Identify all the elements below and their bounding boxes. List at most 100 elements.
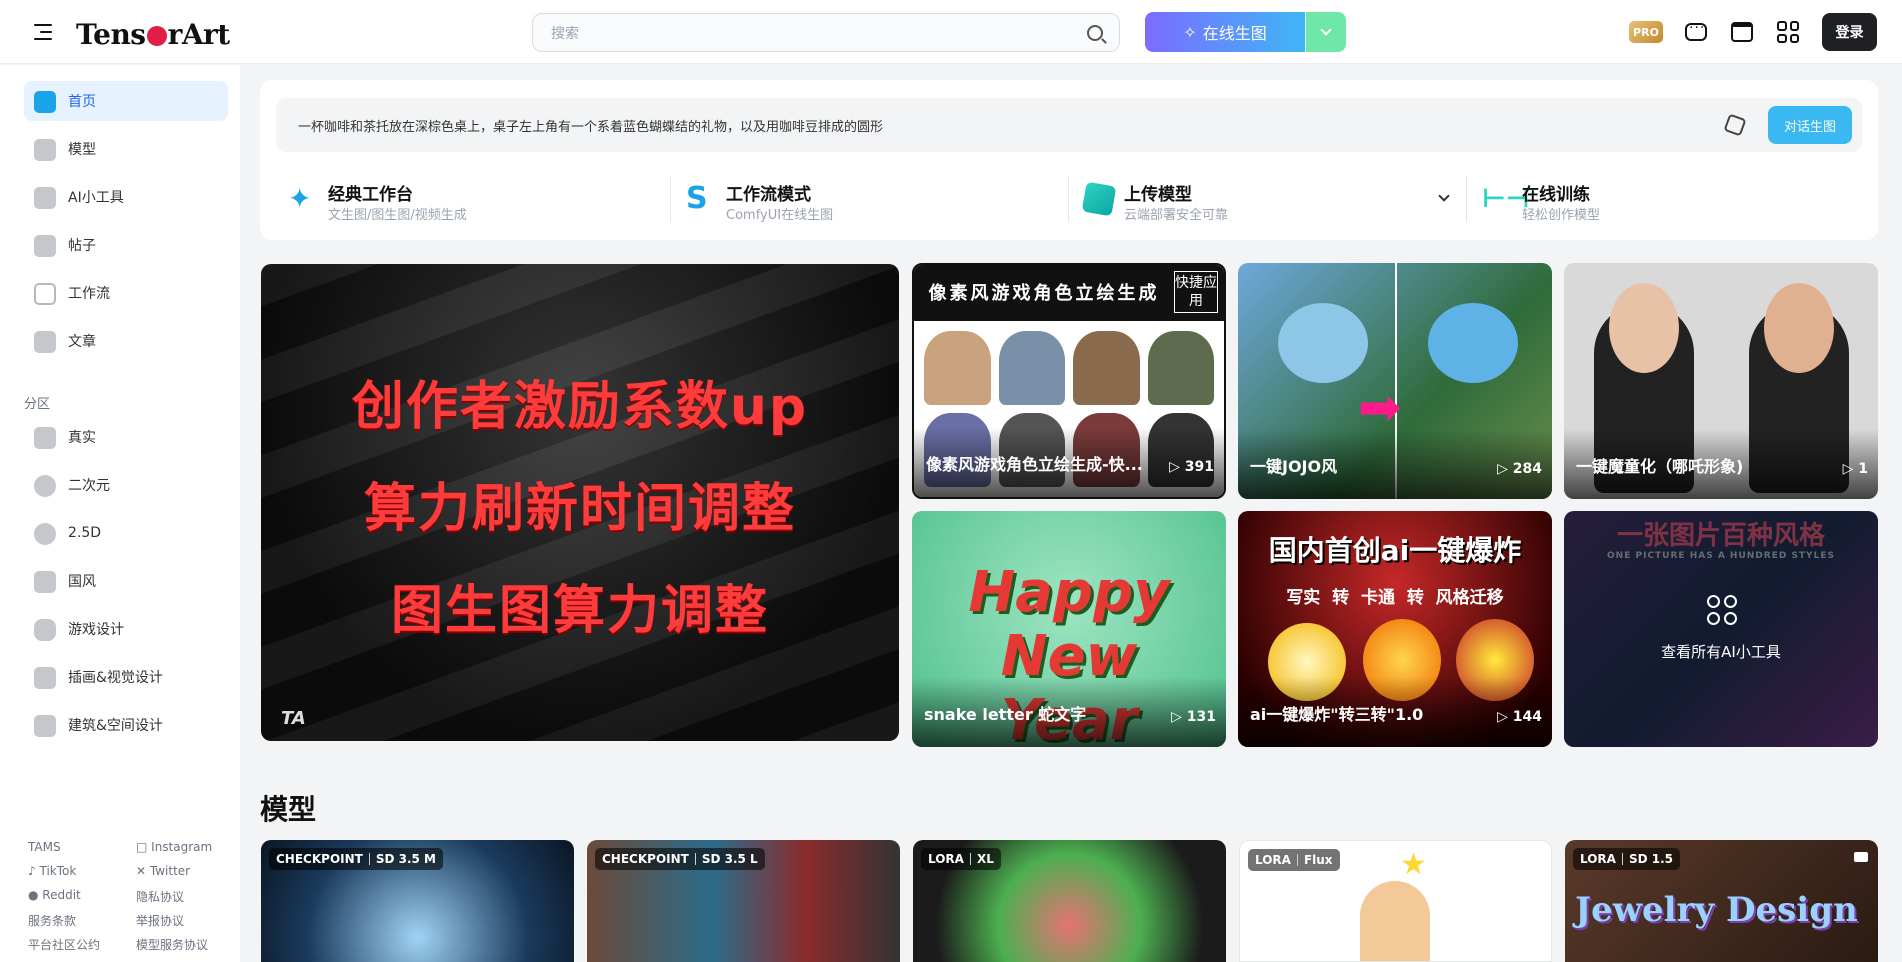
quick-start-card: 一杯咖啡和茶托放在深棕色桌上，桌子左上角有一个系着蓝色蝴蝶结的礼物，以及用咖啡豆…	[260, 80, 1878, 240]
model-tag: LORA SD 1.5	[1573, 848, 1680, 870]
tile-subtitle: 写实 转 卡通 转 风格迁移	[1286, 588, 1504, 608]
tile-title: 国内首创ai一键爆炸	[1268, 534, 1522, 567]
tool-online-training[interactable]: ⊢⊣ 在线训练 轻松创作模型	[1470, 176, 1868, 226]
model-card[interactable]: CHECKPOINT SD 3.5 M	[261, 840, 574, 962]
footer-reddit-link[interactable]: ● Reddit	[28, 888, 81, 902]
pro-badge[interactable]: PRO	[1629, 21, 1663, 43]
footer-twitter-link[interactable]: ✕ Twitter	[136, 864, 190, 878]
child-illustration	[1360, 881, 1430, 961]
calendar-icon[interactable]	[1727, 17, 1757, 47]
sidebar-item-workflow[interactable]: 工作流	[24, 273, 228, 313]
building-icon	[34, 715, 56, 737]
banner-line: 图生图算力调整	[390, 581, 769, 641]
tile-view-all-ai-tools[interactable]: 一张图片百种风格 ONE PICTURE HAS A HUNDRED STYLE…	[1564, 511, 1878, 747]
sidebar-item-home[interactable]: 首页	[24, 81, 228, 121]
model-card[interactable]: LORA Flux ★	[1239, 840, 1552, 962]
apps-grid-icon[interactable]	[1773, 17, 1803, 47]
tile-label: ai一键爆炸"转三转"1.0	[1250, 705, 1424, 724]
tile-snake-letter[interactable]: Happy New Year snake letter 蛇文字 ▷ 131	[912, 511, 1226, 747]
sidebar-item-2-5d[interactable]: 2.5D	[24, 513, 228, 553]
tile-nezha-style[interactable]: 一键魔童化（哪吒形象) ▷ 1	[1564, 263, 1878, 499]
tile-jojo-style[interactable]: ➡ 一键JOJO风 ▷ 284	[1238, 263, 1552, 499]
sidebar-item-articles[interactable]: 文章	[24, 321, 228, 361]
menu-collapse-icon[interactable]	[30, 20, 54, 44]
quick-app-badge: 快捷应用	[1174, 271, 1218, 313]
workflow-s-icon: S	[686, 181, 708, 216]
sidebar-item-realistic[interactable]: 真实	[24, 417, 228, 457]
sidebar-item-game-design[interactable]: 游戏设计	[24, 609, 228, 649]
tile-title: 像素风游戏角色立绘生成	[928, 283, 1160, 304]
chat-icon[interactable]	[1681, 17, 1711, 47]
search-box[interactable]	[532, 13, 1120, 52]
logo[interactable]: Tens rArt	[76, 18, 230, 51]
posts-icon	[34, 235, 56, 257]
use-count: ▷ 131	[1171, 709, 1216, 725]
footer-community-link[interactable]: 平台社区公约	[28, 936, 100, 953]
search-input[interactable]	[551, 22, 1071, 44]
online-generate-button[interactable]: ✧ 在线生图	[1145, 12, 1305, 52]
tile-ai-explode[interactable]: 国内首创ai一键爆炸 写实 转 卡通 转 风格迁移 ai一键爆炸"转三转"1.0…	[1238, 511, 1552, 747]
chat-generate-button[interactable]: 对话生图	[1768, 106, 1852, 144]
search-icon[interactable]	[1087, 25, 1103, 41]
sidebar-item-models[interactable]: 模型	[24, 129, 228, 169]
section-label: 分区	[24, 397, 51, 412]
use-count: ▷ 391	[1169, 459, 1214, 475]
footer-terms-link[interactable]: 服务条款	[28, 912, 76, 929]
fan-icon	[34, 571, 56, 593]
footer-report-link[interactable]: 举报协议	[136, 912, 184, 929]
workflow-icon	[34, 283, 56, 305]
use-count: ▷ 284	[1497, 461, 1542, 477]
divider	[670, 176, 671, 222]
tile-label: 一键JOJO风	[1250, 457, 1338, 476]
tool-classic-workbench[interactable]: ✦ 经典工作台 文生图/图生图/视频生成	[276, 176, 674, 226]
tile-label: 像素风游戏角色立绘生成-快...	[926, 455, 1143, 474]
sidebar-item-architecture[interactable]: 建筑&空间设计	[24, 705, 228, 745]
chevron-down-icon	[1320, 24, 1332, 36]
dice-icon[interactable]	[1723, 113, 1747, 137]
tile-label: snake letter 蛇文字	[924, 705, 1087, 724]
tile-label: 一键魔童化（哪吒形象)	[1576, 457, 1744, 476]
apps-grid-icon	[1707, 595, 1737, 625]
planet-icon	[34, 523, 56, 545]
footer-tiktok-link[interactable]: ♪ TikTok	[28, 864, 76, 878]
magic-wand-icon: ✦	[288, 182, 312, 215]
model-tag: CHECKPOINT SD 3.5 L	[595, 848, 765, 870]
cube-icon	[34, 139, 56, 161]
generate-dropdown-button[interactable]	[1306, 12, 1346, 52]
sidebar-item-ai-tools[interactable]: AI小工具	[24, 177, 228, 217]
model-art-text: Jewelry Design	[1575, 890, 1858, 930]
sidebar-item-anime[interactable]: 二次元	[24, 465, 228, 505]
model-card[interactable]: CHECKPOINT SD 3.5 L	[587, 840, 900, 962]
dumbbell-icon: ⊢⊣	[1482, 184, 1530, 214]
video-icon	[1854, 852, 1868, 862]
models-section-title: 模型	[260, 793, 317, 826]
cat-icon	[34, 475, 56, 497]
sidebar-item-chinese-style[interactable]: 国风	[24, 561, 228, 601]
footer-privacy-link[interactable]: 隐私协议	[136, 888, 184, 905]
model-card[interactable]: LORA SD 1.5 Jewelry Design	[1565, 840, 1878, 962]
footer-instagram-link[interactable]: □ Instagram	[136, 840, 212, 854]
footer-model-terms-link[interactable]: 模型服务协议	[136, 936, 208, 953]
sidebar-item-illustration[interactable]: 插画&视觉设计	[24, 657, 228, 697]
view-all-label: 查看所有AI小工具	[1661, 643, 1781, 661]
tool-workflow-mode[interactable]: S 工作流模式 ComfyUI在线生图	[674, 176, 1072, 226]
prompt-text[interactable]: 一杯咖啡和茶托放在深棕色桌上，桌子左上角有一个系着蓝色蝴蝶结的礼物，以及用咖啡豆…	[298, 116, 883, 135]
model-tag: LORA XL	[921, 848, 1001, 870]
model-card[interactable]: LORA XL	[913, 840, 1226, 962]
footer-tams-link[interactable]: TAMS	[28, 840, 61, 854]
banner-line: 创作者激励系数up	[351, 377, 809, 437]
sidebar: 首页 模型 AI小工具 帖子 工作流 文章 分区 真实 二次元 2.5D 国风 …	[0, 65, 240, 962]
camera-icon	[34, 427, 56, 449]
use-count: ▷ 144	[1497, 709, 1542, 725]
article-icon	[34, 331, 56, 353]
model-tag: CHECKPOINT SD 3.5 M	[269, 848, 444, 870]
sidebar-item-posts[interactable]: 帖子	[24, 225, 228, 265]
tool-upload-model[interactable]: 上传模型 云端部署安全可靠	[1072, 176, 1470, 226]
tile-pixel-character[interactable]: 像素风游戏角色立绘生成 快捷应用 像素风游戏角色立绘生成-快... ▷ 391	[912, 263, 1226, 499]
model-tag: LORA Flux	[1248, 849, 1340, 871]
magic-wand-icon: ✧	[1183, 22, 1197, 42]
promo-banner[interactable]: 创作者激励系数up 算力刷新时间调整 图生图算力调整 TA	[261, 264, 899, 741]
logo-mark	[146, 26, 167, 46]
login-button[interactable]: 登录	[1822, 13, 1877, 51]
prompt-bar[interactable]: 一杯咖啡和茶托放在深棕色桌上，桌子左上角有一个系着蓝色蝴蝶结的礼物，以及用咖啡豆…	[276, 98, 1862, 152]
